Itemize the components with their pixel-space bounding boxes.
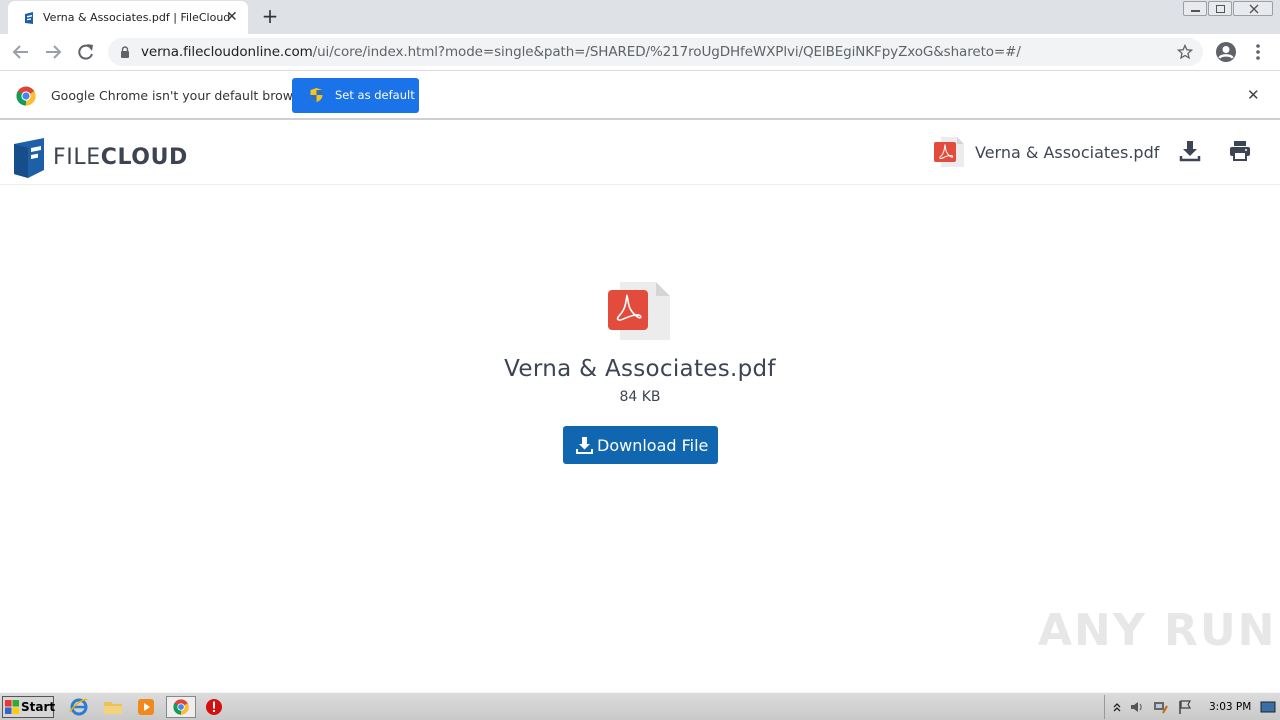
stop-sign-icon [206,699,222,715]
download-icon [1179,141,1201,162]
chrome-logo-icon [16,86,36,106]
profile-button[interactable] [1215,41,1237,63]
reload-button[interactable] [74,41,98,63]
anyrun-watermark: ANY RUN [1038,605,1277,656]
internet-explorer-icon [69,698,88,716]
chrome-menu-button[interactable] [1250,42,1266,62]
volume-icon[interactable] [1129,700,1145,714]
download-file-button[interactable]: Download File [563,426,718,464]
taskbar-chrome[interactable] [166,696,196,718]
browser-tab[interactable]: Verna & Associates.pdf | FileCloud ✕ [8,1,248,34]
infobar-message: Google Chrome isn't your default browser [51,88,313,103]
file-title: Verna & Associates.pdf [504,356,776,382]
chevron-up-icon[interactable] [1112,701,1122,713]
forward-button[interactable] [41,41,65,63]
taskbar-ie[interactable] [68,696,92,718]
windows-logo-icon [5,700,19,714]
url-text: verna.filecloudonline.com/ui/core/index.… [141,44,1021,60]
address-bar[interactable]: verna.filecloudonline.com/ui/core/index.… [108,38,1203,66]
download-file-label: Download File [597,436,709,455]
url-path: /ui/core/index.html?mode=single&path=/SH… [312,44,1021,60]
restore-icon [1216,5,1225,13]
taskbar-media-player[interactable] [135,696,159,718]
chrome-icon [173,699,189,715]
media-player-icon [138,699,154,715]
filecloud-logo-text: FILECLOUD [53,145,188,170]
file-size: 84 KB [619,389,661,405]
set-as-default-button[interactable]: Set as default [292,78,419,113]
filecloud-favicon-icon [25,12,33,24]
header-download-button[interactable] [1179,139,1201,163]
show-desktop-icon[interactable] [1260,701,1276,714]
bookmark-star-icon[interactable] [1177,44,1193,60]
windows-taskbar: Start 3:03 PM [0,692,1280,720]
header-print-button[interactable] [1229,140,1251,162]
infobar-close-button[interactable]: ✕ [1247,86,1260,104]
tab-strip: Verna & Associates.pdf | FileCloud ✕ + [0,0,1280,34]
arrow-left-icon [12,45,28,59]
taskbar-clock[interactable]: 3:03 PM [1209,701,1251,713]
filecloud-header: FILECLOUD Verna & Associates.pdf [0,122,1280,185]
new-tab-button[interactable]: + [258,6,282,28]
network-icon[interactable] [1153,700,1169,714]
system-tray: 3:03 PM [1104,695,1280,719]
back-button[interactable] [9,41,33,63]
url-host: verna.filecloudonline.com [141,44,313,60]
logo-text-bold: CLOUD [100,145,188,170]
pdf-file-icon [934,137,964,167]
start-label: Start [21,700,56,714]
logo-text-light: FILE [53,145,101,170]
arrow-right-icon [46,45,62,59]
lock-icon [121,46,129,58]
tab-close-button[interactable]: ✕ [226,10,238,24]
printer-icon [1230,141,1250,161]
tab-title: Verna & Associates.pdf | FileCloud [43,11,231,24]
set-as-default-label: Set as default [335,88,415,102]
action-center-flag-icon[interactable] [1177,699,1193,715]
filecloud-logo-icon [14,138,44,178]
header-file-name: Verna & Associates.pdf [975,143,1160,162]
restore-button[interactable] [1208,1,1232,16]
minimize-button[interactable] [1183,1,1207,16]
reload-icon [78,44,93,60]
folder-icon [104,702,122,714]
pdf-large-icon [608,282,670,340]
download-icon [576,437,593,454]
default-browser-infobar: Google Chrome isn't your default browser… [0,71,1280,120]
account-icon [1216,42,1236,62]
start-button[interactable]: Start [2,696,56,718]
uac-shield-icon [310,88,323,102]
taskbar-stop-app[interactable] [203,696,227,718]
close-icon [1249,4,1259,14]
minimize-icon [1191,10,1200,12]
kebab-menu-icon [1256,44,1260,60]
taskbar-explorer[interactable] [102,696,126,718]
browser-toolbar: verna.filecloudonline.com/ui/core/index.… [0,34,1280,71]
window-close-button[interactable] [1233,1,1273,16]
